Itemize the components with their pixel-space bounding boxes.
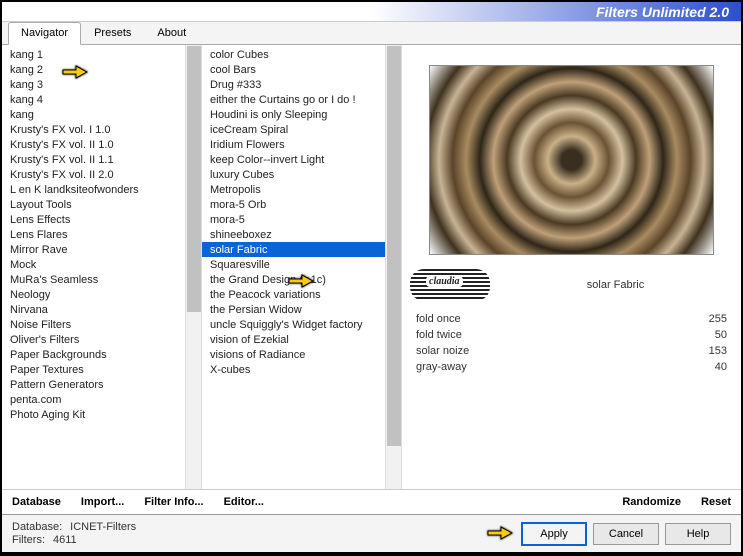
import-button[interactable]: Import... xyxy=(81,496,124,508)
list-item[interactable]: Neology xyxy=(2,287,201,302)
filters-count-label: Filters: xyxy=(12,534,45,546)
list-item[interactable]: visions of Radiance xyxy=(202,347,401,362)
list-item[interactable]: iceCream Spiral xyxy=(202,122,401,137)
tab-bar: Navigator Presets About xyxy=(2,22,741,45)
list-item[interactable]: shineeboxez xyxy=(202,227,401,242)
list-item[interactable]: cool Bars xyxy=(202,62,401,77)
list-item[interactable]: Iridium Flowers xyxy=(202,137,401,152)
list-item[interactable]: Mock xyxy=(2,257,201,272)
param-value: 40 xyxy=(715,361,727,373)
param-row[interactable]: fold once 255 xyxy=(410,311,733,327)
list-item[interactable]: vision of Ezekial xyxy=(202,332,401,347)
list-item[interactable]: Lens Flares xyxy=(2,227,201,242)
list-item[interactable]: Krusty's FX vol. II 1.0 xyxy=(2,137,201,152)
list-item[interactable]: Krusty's FX vol. II 1.1 xyxy=(2,152,201,167)
param-value: 50 xyxy=(715,329,727,341)
db-value: ICNET-Filters xyxy=(70,521,136,533)
param-value: 153 xyxy=(709,345,727,357)
param-row[interactable]: solar noize 153 xyxy=(410,343,733,359)
database-button[interactable]: Database xyxy=(12,496,61,508)
navigator-list[interactable]: kang 1kang 2kang 3kang 4kangKrusty's FX … xyxy=(2,45,202,489)
params-panel: fold once 255 fold twice 50 solar noize 153 gr… xyxy=(410,311,733,481)
list-item[interactable]: X-cubes xyxy=(202,362,401,377)
list-item[interactable]: kang 4 xyxy=(2,92,201,107)
param-name: solar noize xyxy=(416,345,469,357)
editor-button[interactable]: Editor... xyxy=(224,496,264,508)
action-bar: Database Import... Filter Info... Editor… xyxy=(2,489,741,514)
param-name: fold twice xyxy=(416,329,462,341)
list-item[interactable]: Paper Textures xyxy=(2,362,201,377)
list-item[interactable]: either the Curtains go or I do ! xyxy=(202,92,401,107)
list-item[interactable]: Squaresville xyxy=(202,257,401,272)
list-item[interactable]: Pattern Generators xyxy=(2,377,201,392)
list-item[interactable]: Metropolis xyxy=(202,182,401,197)
list-item[interactable]: Paper Backgrounds xyxy=(2,347,201,362)
pointing-hand-icon xyxy=(487,521,513,541)
list-item[interactable]: Krusty's FX vol. II 2.0 xyxy=(2,167,201,182)
tab-about[interactable]: About xyxy=(144,22,199,44)
list-item[interactable]: keep Color--invert Light xyxy=(202,152,401,167)
list-item[interactable]: Nirvana xyxy=(2,302,201,317)
list-item[interactable]: mora-5 Orb xyxy=(202,197,401,212)
list-item[interactable]: kang 2 xyxy=(2,62,201,77)
titlebar: Filters Unlimited 2.0 xyxy=(2,2,741,22)
list-item[interactable]: MuRa's Seamless xyxy=(2,272,201,287)
list-item[interactable]: the Persian Widow xyxy=(202,302,401,317)
cancel-button[interactable]: Cancel xyxy=(593,523,659,545)
list-item[interactable]: the Grand Design (v.1c) xyxy=(202,272,401,287)
list-item[interactable]: Mirror Rave xyxy=(2,242,201,257)
list-item[interactable]: solar Fabric xyxy=(202,242,401,257)
param-name: gray-away xyxy=(416,361,467,373)
list-item[interactable]: L en K landksiteofwonders xyxy=(2,182,201,197)
list-item[interactable]: Photo Aging Kit xyxy=(2,407,201,422)
list-item[interactable]: kang xyxy=(2,107,201,122)
filters-list[interactable]: color Cubescool BarsDrug #333either the … xyxy=(202,45,402,489)
tab-presets[interactable]: Presets xyxy=(81,22,144,44)
list-item[interactable]: color Cubes xyxy=(202,47,401,62)
list-item[interactable]: kang 3 xyxy=(2,77,201,92)
filter-preview xyxy=(429,65,714,255)
selected-filter-name: solar Fabric xyxy=(498,279,733,291)
scroll-thumb[interactable] xyxy=(387,46,401,446)
list-item[interactable]: Drug #333 xyxy=(202,77,401,92)
list-item[interactable]: the Peacock variations xyxy=(202,287,401,302)
list-item[interactable]: Oliver's Filters xyxy=(2,332,201,347)
filters-count-value: 4611 xyxy=(53,534,77,546)
list-item[interactable]: mora-5 xyxy=(202,212,401,227)
list-item[interactable]: Noise Filters xyxy=(2,317,201,332)
db-label: Database: xyxy=(12,521,62,533)
list-item[interactable]: uncle Squiggly's Widget factory xyxy=(202,317,401,332)
randomize-button[interactable]: Randomize xyxy=(622,496,681,508)
footer-bar: Database: ICNET-Filters Filters: 4611 Appl… xyxy=(2,514,741,552)
help-button[interactable]: Help xyxy=(665,523,731,545)
list-item[interactable]: Houdini is only Sleeping xyxy=(202,107,401,122)
filter-info-button[interactable]: Filter Info... xyxy=(144,496,203,508)
list-item[interactable]: Krusty's FX vol. I 1.0 xyxy=(2,122,201,137)
scroll-thumb[interactable] xyxy=(187,46,201,312)
param-row[interactable]: fold twice 50 xyxy=(410,327,733,343)
scrollbar[interactable] xyxy=(185,45,201,489)
param-name: fold once xyxy=(416,313,461,325)
param-value: 255 xyxy=(709,313,727,325)
param-row[interactable]: gray-away 40 xyxy=(410,359,733,375)
list-item[interactable]: luxury Cubes xyxy=(202,167,401,182)
footer-info: Database: ICNET-Filters Filters: 4611 xyxy=(12,521,136,546)
tab-navigator[interactable]: Navigator xyxy=(8,22,81,45)
logo-claudia xyxy=(410,269,490,301)
apply-button[interactable]: Apply xyxy=(521,522,587,546)
scrollbar[interactable] xyxy=(385,45,401,489)
list-item[interactable]: Layout Tools xyxy=(2,197,201,212)
right-panel: solar Fabric fold once 255 fold twice 50 sol… xyxy=(402,45,741,489)
list-item[interactable]: penta.com xyxy=(2,392,201,407)
reset-button[interactable]: Reset xyxy=(701,496,731,508)
list-item[interactable]: Lens Effects xyxy=(2,212,201,227)
list-item[interactable]: kang 1 xyxy=(2,47,201,62)
app-title: Filters Unlimited 2.0 xyxy=(596,4,729,20)
